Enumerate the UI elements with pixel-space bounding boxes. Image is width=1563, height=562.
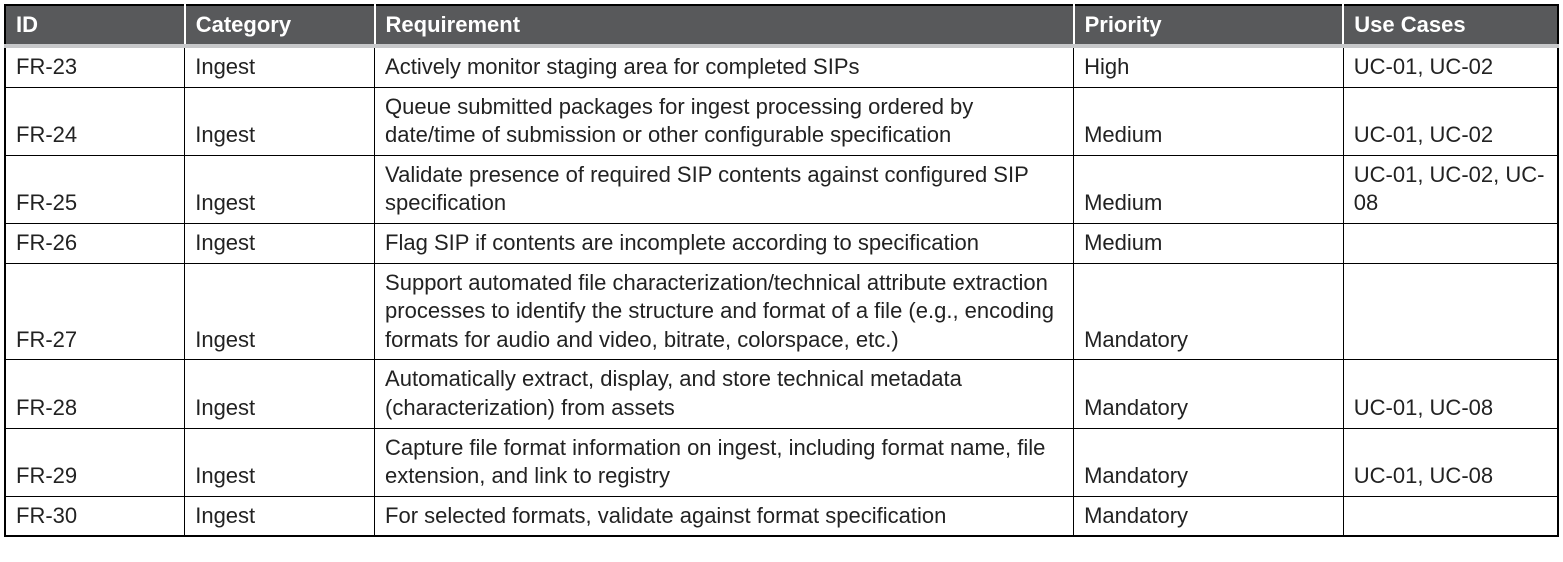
cell-priority: Mandatory — [1074, 263, 1344, 360]
cell-requirement: Validate presence of required SIP conten… — [375, 155, 1074, 223]
cell-id: FR-24 — [5, 87, 185, 155]
cell-category: Ingest — [185, 496, 375, 536]
cell-id: FR-26 — [5, 223, 185, 263]
cell-category: Ingest — [185, 46, 375, 87]
cell-requirement: Capture file format information on inges… — [375, 428, 1074, 496]
cell-requirement: Queue submitted packages for ingest proc… — [375, 87, 1074, 155]
cell-requirement: For selected formats, validate against f… — [375, 496, 1074, 536]
cell-requirement: Flag SIP if contents are incomplete acco… — [375, 223, 1074, 263]
cell-priority: Mandatory — [1074, 360, 1344, 428]
table-row: FR-25IngestValidate presence of required… — [5, 155, 1558, 223]
cell-use-cases: UC-01, UC-02, UC-08 — [1343, 155, 1558, 223]
table-row: FR-26IngestFlag SIP if contents are inco… — [5, 223, 1558, 263]
table-row: FR-28IngestAutomatically extract, displa… — [5, 360, 1558, 428]
table-row: FR-23IngestActively monitor staging area… — [5, 46, 1558, 87]
header-category: Category — [185, 5, 375, 46]
cell-priority: High — [1074, 46, 1344, 87]
cell-category: Ingest — [185, 155, 375, 223]
table-row: FR-27IngestSupport automated file charac… — [5, 263, 1558, 360]
header-id: ID — [5, 5, 185, 46]
header-requirement: Requirement — [375, 5, 1074, 46]
cell-id: FR-27 — [5, 263, 185, 360]
cell-priority: Medium — [1074, 223, 1344, 263]
cell-priority: Mandatory — [1074, 496, 1344, 536]
cell-category: Ingest — [185, 263, 375, 360]
table-row: FR-24IngestQueue submitted packages for … — [5, 87, 1558, 155]
cell-category: Ingest — [185, 87, 375, 155]
cell-category: Ingest — [185, 223, 375, 263]
cell-id: FR-25 — [5, 155, 185, 223]
cell-priority: Mandatory — [1074, 428, 1344, 496]
cell-use-cases — [1343, 223, 1558, 263]
cell-use-cases: UC-01, UC-08 — [1343, 360, 1558, 428]
cell-category: Ingest — [185, 428, 375, 496]
cell-use-cases — [1343, 496, 1558, 536]
cell-use-cases: UC-01, UC-08 — [1343, 428, 1558, 496]
header-use-cases: Use Cases — [1343, 5, 1558, 46]
cell-requirement: Support automated file characterization/… — [375, 263, 1074, 360]
cell-id: FR-28 — [5, 360, 185, 428]
cell-requirement: Automatically extract, display, and stor… — [375, 360, 1074, 428]
cell-requirement: Actively monitor staging area for comple… — [375, 46, 1074, 87]
header-priority: Priority — [1074, 5, 1344, 46]
cell-priority: Medium — [1074, 87, 1344, 155]
cell-priority: Medium — [1074, 155, 1344, 223]
cell-use-cases: UC-01, UC-02 — [1343, 46, 1558, 87]
table-row: FR-30IngestFor selected formats, validat… — [5, 496, 1558, 536]
cell-category: Ingest — [185, 360, 375, 428]
requirements-table: ID Category Requirement Priority Use Cas… — [4, 4, 1559, 537]
table-row: FR-29IngestCapture file format informati… — [5, 428, 1558, 496]
cell-id: FR-29 — [5, 428, 185, 496]
cell-id: FR-30 — [5, 496, 185, 536]
cell-id: FR-23 — [5, 46, 185, 87]
cell-use-cases — [1343, 263, 1558, 360]
table-header-row: ID Category Requirement Priority Use Cas… — [5, 5, 1558, 46]
cell-use-cases: UC-01, UC-02 — [1343, 87, 1558, 155]
